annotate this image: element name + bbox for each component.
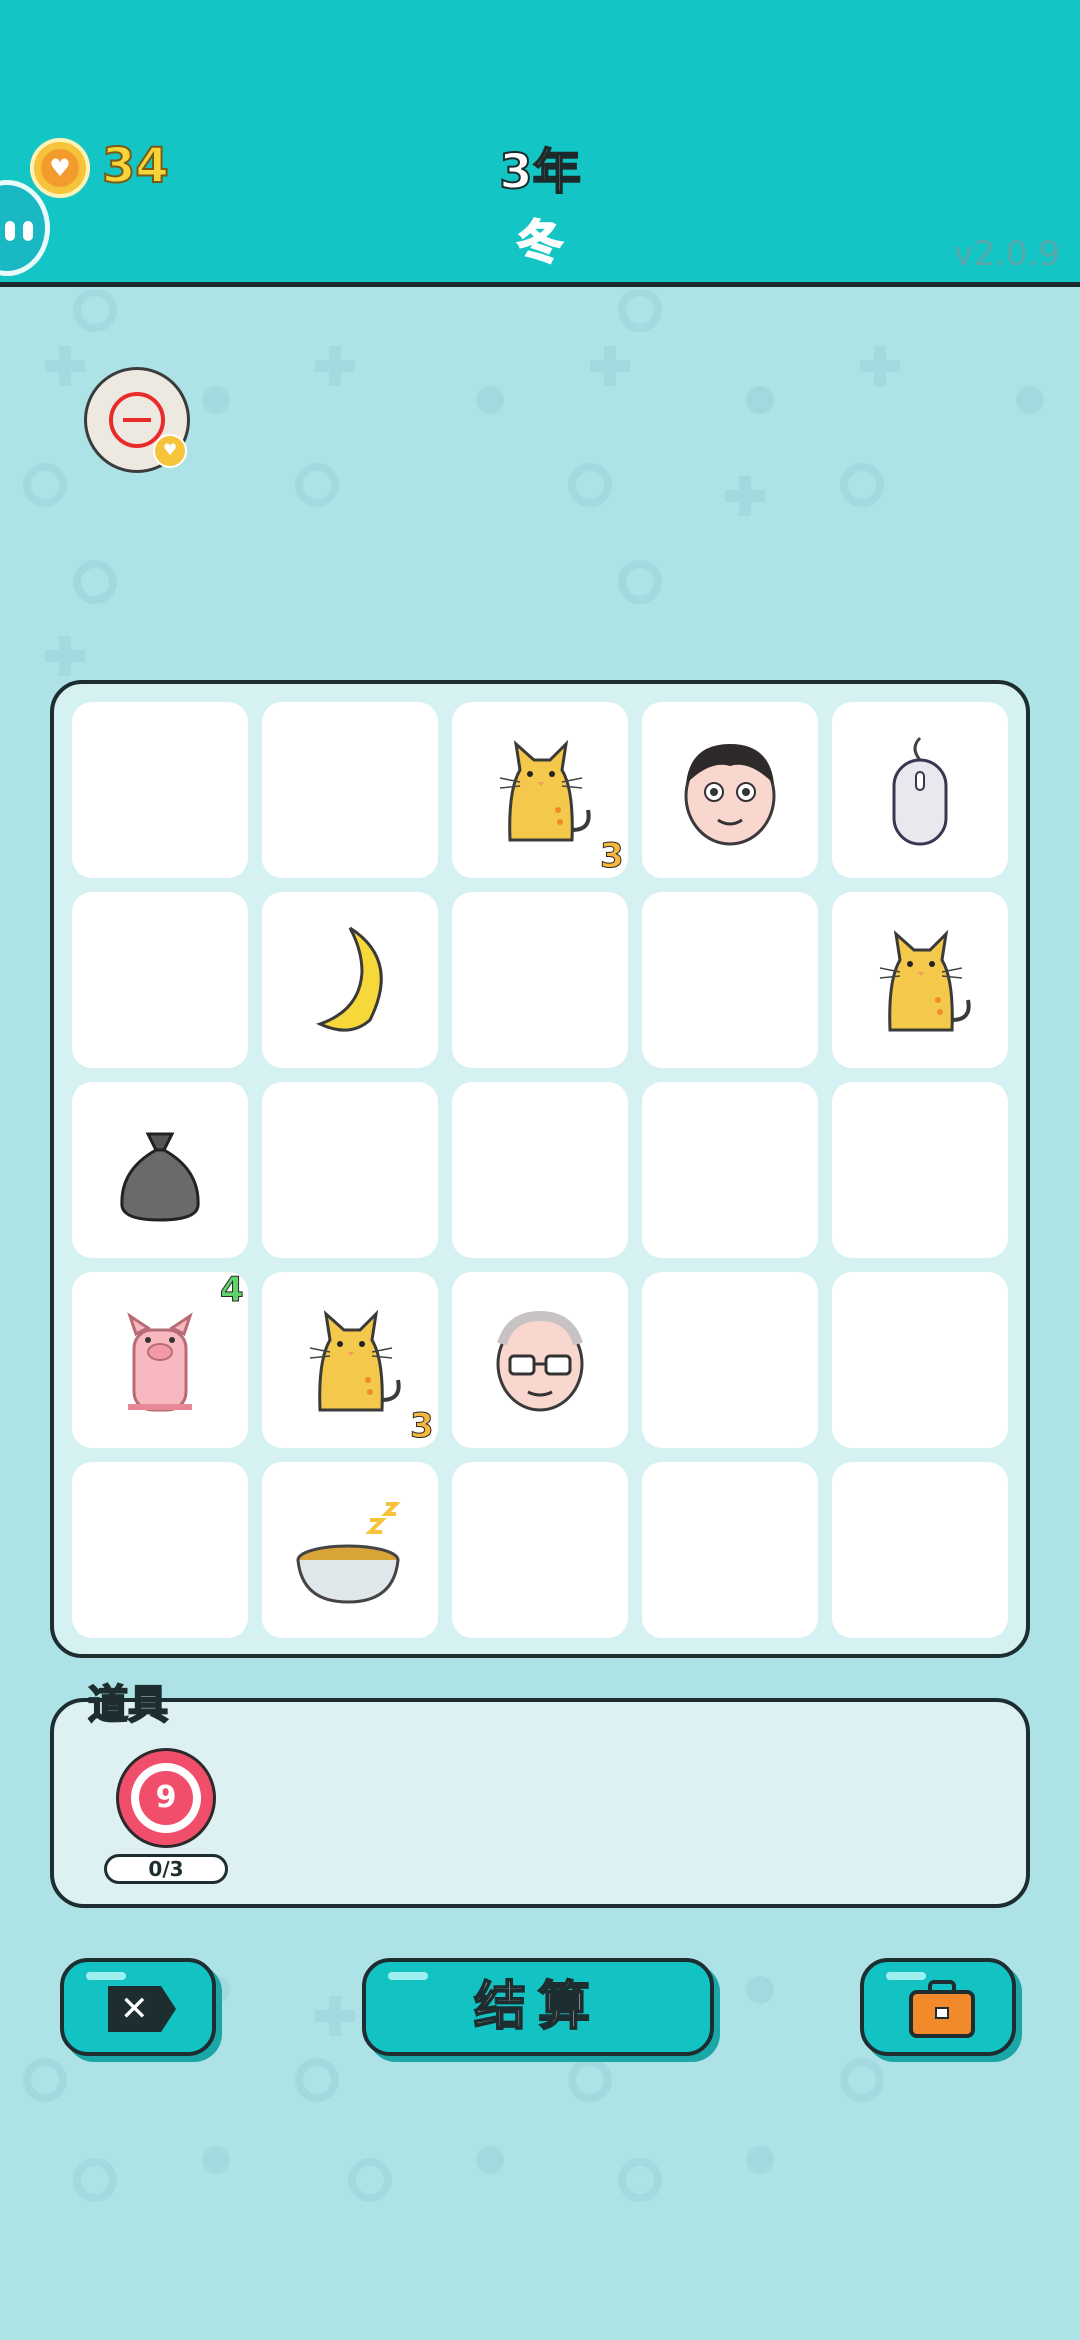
board-cell[interactable]: 4 <box>72 1270 248 1448</box>
settle-label: 结算 <box>473 1976 602 2038</box>
target-icon[interactable]: 9 <box>116 1748 216 1848</box>
tools-title: 道具 <box>87 1681 169 1729</box>
target-value: 9 <box>139 1771 193 1825</box>
banana-icon <box>316 926 383 1032</box>
board-cell[interactable]: 3 <box>262 1272 438 1448</box>
remove-skill-button[interactable]: ♥ <box>84 367 190 473</box>
board-cell[interactable] <box>262 1082 438 1258</box>
old-man-face-icon <box>496 1310 584 1412</box>
board-cell[interactable] <box>72 1082 248 1258</box>
item-count-badge: 3 <box>600 836 625 877</box>
board-cell[interactable] <box>452 1272 628 1448</box>
pig-icon <box>127 1312 193 1412</box>
close-button[interactable]: ✕ <box>60 1958 216 2056</box>
board-cell[interactable] <box>452 892 628 1068</box>
board-cell[interactable] <box>832 892 1008 1068</box>
board-cell[interactable] <box>642 1462 818 1638</box>
board-cell[interactable] <box>642 892 818 1068</box>
cat-icon <box>499 739 591 842</box>
cat-icon <box>309 1309 401 1412</box>
board-cell[interactable] <box>642 702 818 878</box>
heart-coin-icon: ♥ <box>153 434 187 468</box>
board-cell[interactable] <box>72 702 248 878</box>
board-cell[interactable] <box>262 892 438 1068</box>
board-cell[interactable] <box>452 1462 628 1638</box>
board-cell[interactable] <box>262 1462 438 1638</box>
board-cell[interactable] <box>832 1272 1008 1448</box>
bag-button[interactable] <box>860 1958 1016 2056</box>
mouse-icon <box>892 736 948 846</box>
tool-usage-count: 0/3 <box>104 1854 228 1884</box>
board-cell[interactable] <box>642 1082 818 1258</box>
board-cell[interactable] <box>832 1462 1008 1638</box>
board-cell[interactable] <box>832 1082 1008 1258</box>
season-label: 冬 <box>516 214 564 270</box>
settle-button[interactable]: 结算 <box>362 1958 714 2056</box>
top-bar: ♥ 34 3年 冬 v2.0.9 <box>0 0 1080 287</box>
trash-bag-icon <box>120 1132 200 1222</box>
cat-icon <box>879 929 971 1032</box>
item-count-badge: 4 <box>220 1270 245 1311</box>
man-face-icon <box>684 744 776 846</box>
item-count-badge: 3 <box>410 1406 435 1447</box>
year-label: 3年 <box>498 143 581 201</box>
board-cell[interactable] <box>72 1462 248 1638</box>
board-cell[interactable]: 3 <box>452 702 628 878</box>
version-label: v2.0.9 <box>953 234 1060 274</box>
briefcase-icon <box>909 1980 975 2038</box>
close-icon: ✕ <box>108 1986 176 2032</box>
soup-bowl-icon <box>296 1502 401 1604</box>
board-cell[interactable] <box>642 1272 818 1448</box>
board-cell[interactable] <box>832 702 1008 878</box>
board-cell[interactable] <box>72 892 248 1068</box>
tools-panel: 9 0/3 <box>50 1698 1030 1908</box>
board-cell[interactable] <box>452 1082 628 1258</box>
game-board: 3 4 3 <box>50 680 1030 1658</box>
board-cell[interactable] <box>262 702 438 878</box>
